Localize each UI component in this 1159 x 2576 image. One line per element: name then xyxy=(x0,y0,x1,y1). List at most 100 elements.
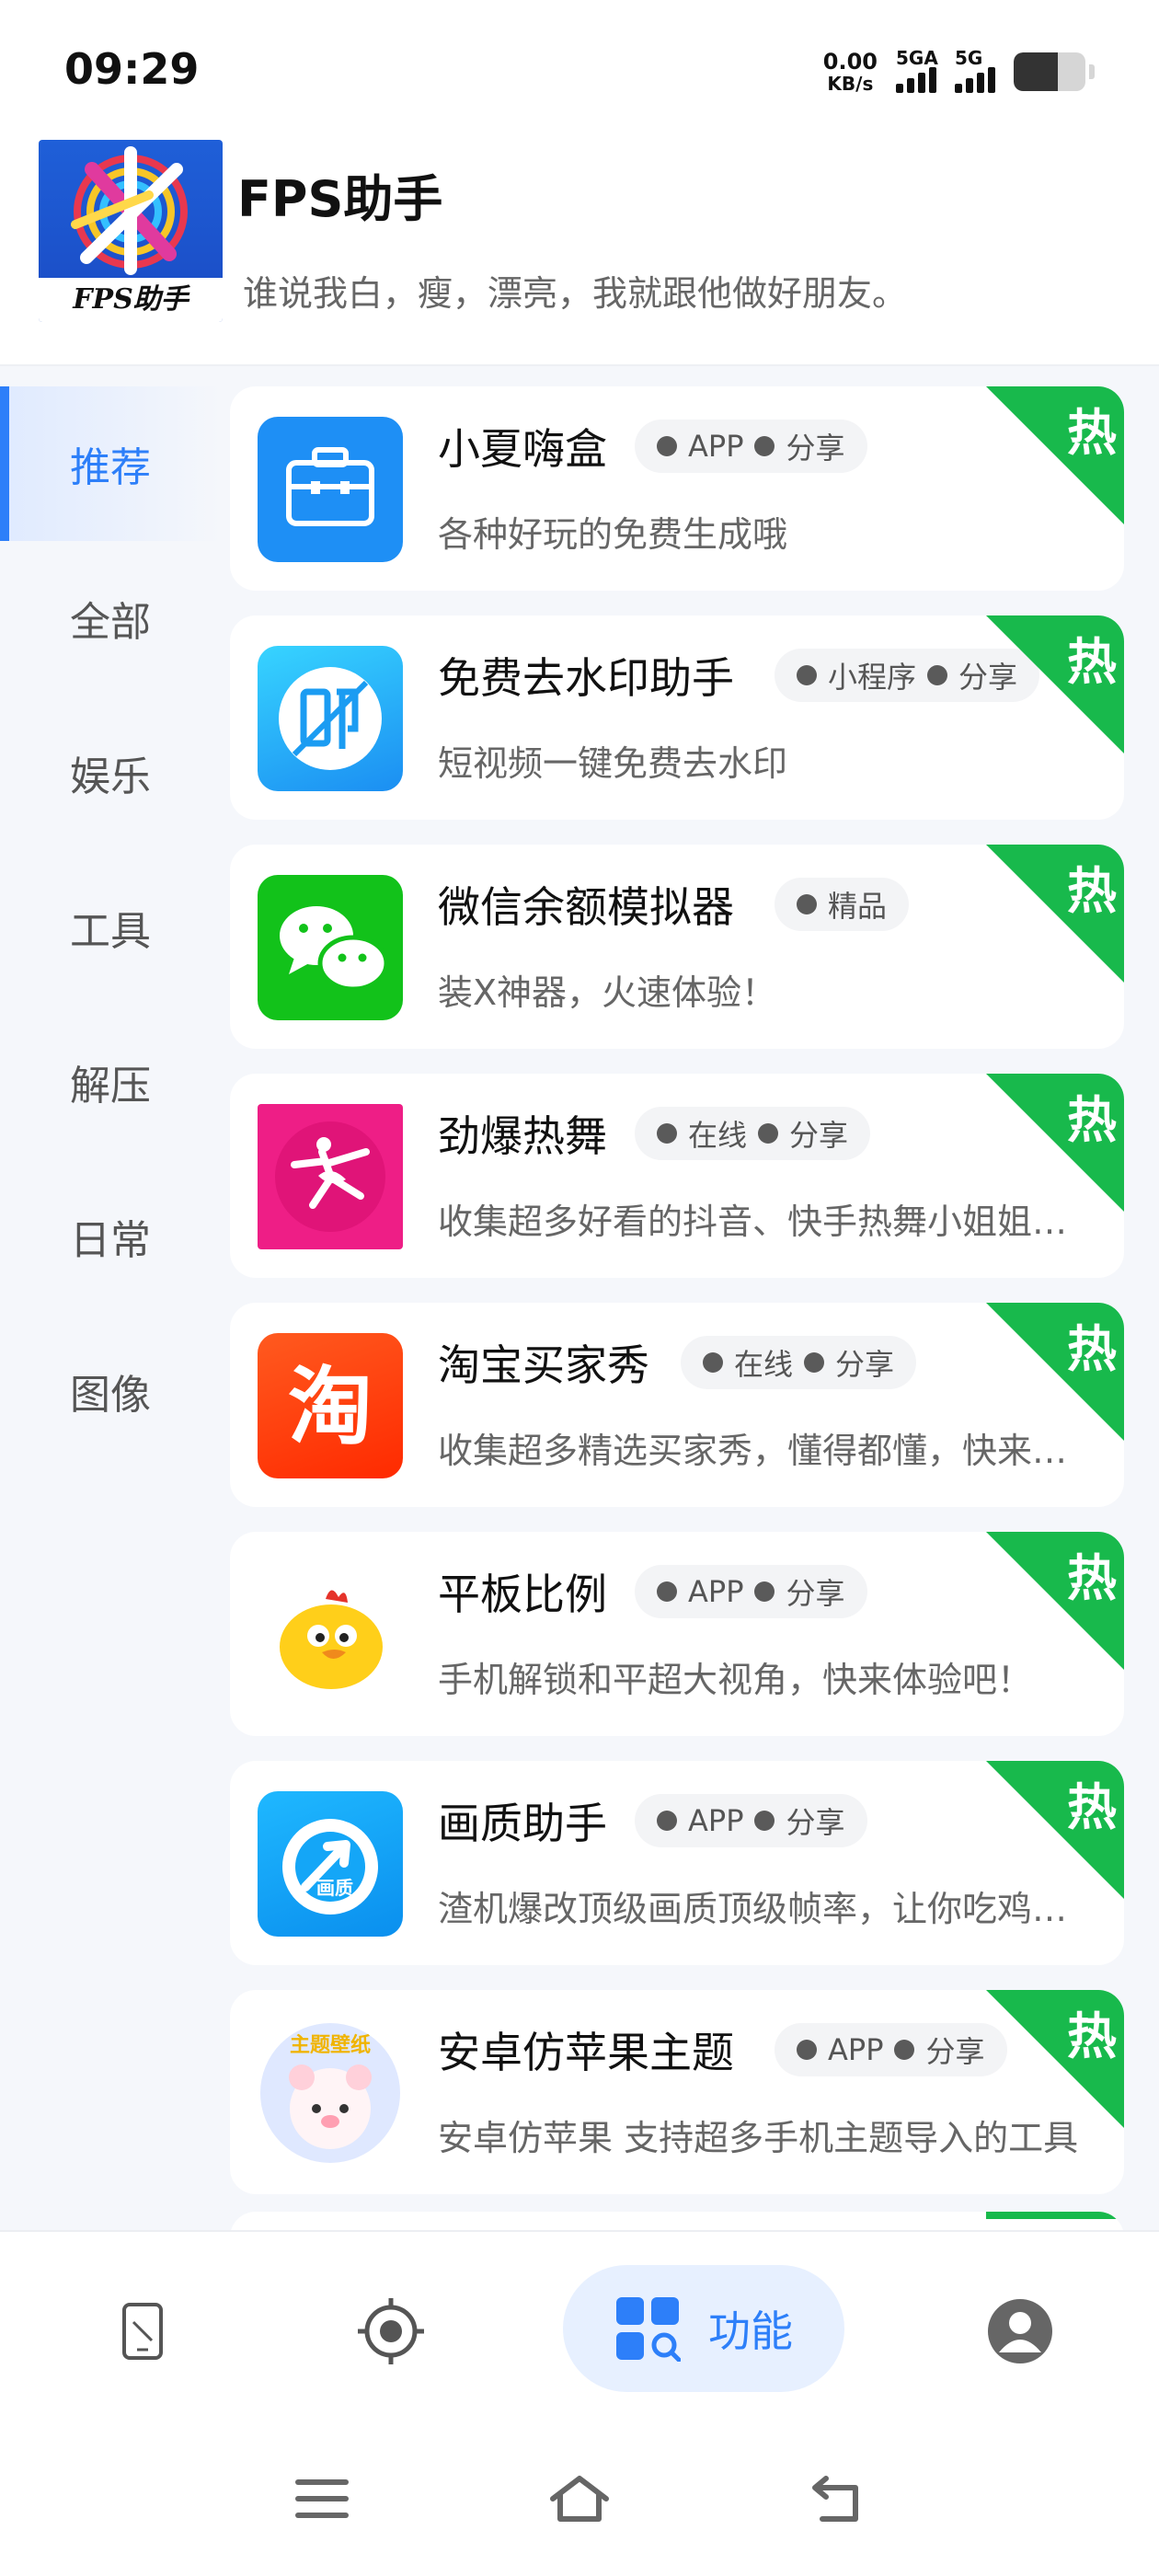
list-item[interactable]: 画质 画质助手 APP 分享 渣机爆改顶级画质顶级帧率，让你吃鸡更流畅 热 xyxy=(230,1761,1124,1965)
back-button[interactable] xyxy=(800,2462,874,2536)
menu-icon xyxy=(295,2479,349,2518)
item-tag: APP xyxy=(688,1803,744,1838)
hot-badge-label: 热 xyxy=(1067,1320,1117,1378)
item-tags: APP 分享 xyxy=(635,1794,867,1847)
quality-arrow-icon: 画质 xyxy=(258,1791,403,1937)
hot-badge-label: 热 xyxy=(1067,1778,1117,1836)
status-bar: 09:29 0.00 KB/s 5GA 5G xyxy=(0,0,1159,138)
taobao-icon: 淘 xyxy=(258,1333,403,1478)
phone-screen-icon xyxy=(122,2303,163,2360)
bottom-navigation: 功能 xyxy=(0,2230,1159,2414)
list-item[interactable]: 微信余额模拟器 精品 装X神器，火速体验！ 热 xyxy=(230,845,1124,1049)
hot-badge: 热 xyxy=(986,1532,1124,1670)
status-indicators: 0.00 KB/s 5GA 5G xyxy=(823,46,1095,98)
item-tag: APP xyxy=(688,429,744,464)
wechat-icon xyxy=(258,875,403,1020)
item-tag: 分享 xyxy=(789,1118,849,1153)
crosshair-icon xyxy=(358,2298,424,2364)
network-speed-value: 0.00 xyxy=(822,49,878,75)
item-tags: APP 分享 xyxy=(635,420,867,473)
sidebar-item-daily[interactable]: 日常 xyxy=(0,1159,221,1314)
theme-bear-icon: 主题壁纸 xyxy=(258,2020,403,2166)
nav-phone-button[interactable] xyxy=(101,2269,184,2394)
sidebar-item-tools[interactable]: 工具 xyxy=(0,850,221,1005)
signal-5g-label: 5G xyxy=(955,47,983,69)
signal-5g-icon: 5G xyxy=(955,47,995,93)
item-title: 画质助手 xyxy=(438,1799,607,1848)
app-slogan: 谁说我白，瘦，漂亮，我就跟他做好朋友。 xyxy=(243,273,908,314)
item-description: 收集超多好看的抖音、快手热舞小姐姐视频 xyxy=(438,1202,1082,1242)
app-title: FPS助手 xyxy=(237,170,443,228)
item-tag: 精品 xyxy=(828,889,888,924)
hot-badge-label: 热 xyxy=(1067,1549,1117,1607)
item-description: 安卓仿苹果 支持超多手机主题导入的工具 xyxy=(438,2118,1079,2158)
item-description: 装X神器，火速体验！ xyxy=(438,972,777,1013)
signal-5ga-icon: 5GA xyxy=(896,47,938,93)
svg-text:画质: 画质 xyxy=(316,1877,353,1899)
fps-logo-icon xyxy=(71,146,188,275)
nav-functions-label: 功能 xyxy=(708,2306,793,2356)
hot-badge-label: 热 xyxy=(1067,1091,1117,1149)
home-icon xyxy=(550,2476,609,2522)
item-title: 安卓仿苹果主题 xyxy=(438,2028,734,2077)
item-tags: 精品 xyxy=(775,878,910,931)
app-list: 小夏嗨盒 APP 分享 各种好玩的免费生成哦 热 免费去水印助手 小程序 分享 … xyxy=(230,386,1124,2219)
apps-search-icon xyxy=(616,2297,681,2362)
dancer-icon xyxy=(258,1104,403,1249)
hot-badge-label: 热 xyxy=(1067,404,1117,462)
list-item[interactable]: 主题壁纸 安卓仿苹果主题 APP 分享 安卓仿苹果 支持超多手机主题导入的工具 … xyxy=(230,1990,1124,2194)
item-tag: 分享 xyxy=(786,1805,845,1840)
list-item[interactable]: 小夏嗨盒 APP 分享 各种好玩的免费生成哦 热 xyxy=(230,386,1124,591)
sidebar-item-relax[interactable]: 解压 xyxy=(0,1005,221,1159)
hot-badge-label: 热 xyxy=(1067,633,1117,691)
network-speed-unit: KB/s xyxy=(827,73,874,95)
category-sidebar: 推荐 全部 娱乐 工具 解压 日常 图像 xyxy=(0,386,221,1468)
hot-badge: 热 xyxy=(986,1303,1124,1441)
item-title: 免费去水印助手 xyxy=(438,653,734,703)
status-time: 09:29 xyxy=(64,44,200,94)
app-logo: FPS助手 xyxy=(39,140,223,322)
list-item[interactable]: 平板比例 APP 分享 手机解锁和平超大视角，快来体验吧！ 热 xyxy=(230,1532,1124,1736)
hot-badge: 热 xyxy=(986,615,1124,753)
hot-badge: 热 xyxy=(986,845,1124,983)
sidebar-item-all[interactable]: 全部 xyxy=(0,541,221,696)
item-description: 短视频一键免费去水印 xyxy=(438,743,788,784)
item-tag: 在线 xyxy=(734,1347,794,1382)
app-header: FPS助手 FPS助手 谁说我白，瘦，漂亮，我就跟他做好朋友。 xyxy=(0,138,1159,366)
nav-profile-button[interactable] xyxy=(979,2269,1061,2394)
chick-icon xyxy=(258,1562,403,1708)
hot-badge-label: 热 xyxy=(1067,862,1117,920)
item-tag: APP xyxy=(828,2032,884,2067)
sidebar-item-recommended[interactable]: 推荐 xyxy=(0,386,221,541)
svg-text:淘: 淘 xyxy=(288,1358,373,1456)
item-title: 小夏嗨盒 xyxy=(438,424,607,474)
briefcase-icon xyxy=(258,417,403,562)
nav-functions-button[interactable]: 功能 xyxy=(563,2265,844,2392)
item-tag: 小程序 xyxy=(828,660,917,695)
signal-5ga-label: 5GA xyxy=(896,47,938,69)
hot-badge: 热 xyxy=(986,1761,1124,1899)
item-tag: 分享 xyxy=(925,2034,985,2069)
home-button[interactable] xyxy=(543,2462,616,2536)
hot-badge: 热 xyxy=(986,1990,1124,2128)
item-title: 平板比例 xyxy=(438,1570,607,1619)
item-title: 劲爆热舞 xyxy=(438,1111,607,1161)
list-item[interactable]: 免费去水印助手 小程序 分享 短视频一键免费去水印 热 xyxy=(230,615,1124,820)
user-avatar-icon xyxy=(988,2299,1052,2363)
watermark-stamp-icon xyxy=(258,646,403,791)
network-speed: 0.00 KB/s xyxy=(823,51,878,93)
item-tags: 在线 分享 xyxy=(635,1107,871,1160)
sidebar-item-entertainment[interactable]: 娱乐 xyxy=(0,696,221,850)
item-tag: APP xyxy=(688,1574,744,1609)
logo-text: FPS助手 xyxy=(73,283,189,316)
sidebar-item-image[interactable]: 图像 xyxy=(0,1314,221,1468)
battery-icon xyxy=(1014,52,1085,91)
list-item[interactable]: 劲爆热舞 在线 分享 收集超多好看的抖音、快手热舞小姐姐视频 热 xyxy=(230,1074,1124,1278)
battery-tip xyxy=(1089,64,1095,79)
item-title: 微信余额模拟器 xyxy=(438,882,734,932)
item-tag: 分享 xyxy=(786,431,845,466)
list-item[interactable]: 淘 淘宝买家秀 在线 分享 收集超多精选买家秀，懂得都懂，快来看看吧 热 xyxy=(230,1303,1124,1507)
item-description: 收集超多精选买家秀，懂得都懂，快来看看吧 xyxy=(438,1431,1082,1471)
menu-button[interactable] xyxy=(285,2462,359,2536)
nav-crosshair-button[interactable] xyxy=(350,2269,432,2394)
